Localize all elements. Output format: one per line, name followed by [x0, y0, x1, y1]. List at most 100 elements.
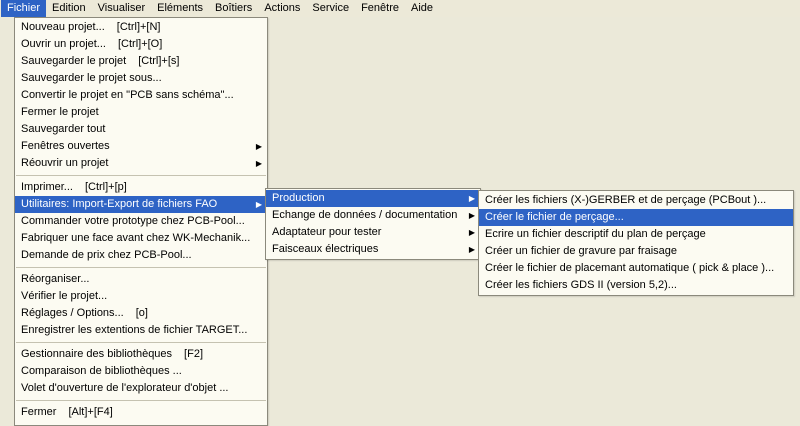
- menu-item-label: Sauvegarder tout: [21, 123, 105, 135]
- menu-item-fenetres-ouvertes[interactable]: Fenêtres ouvertes ▶: [15, 138, 267, 155]
- submenu-arrow-icon: ▶: [256, 196, 262, 213]
- menu-item-label: Vérifier le projet...: [21, 290, 107, 302]
- menu-item-label: Production: [272, 192, 325, 204]
- menu-item-label: Fenêtre: [361, 2, 399, 14]
- menu-item-shortcut: [Ctrl]+[N]: [117, 21, 161, 33]
- menu-item-label: Ouvrir un projet...: [21, 38, 106, 50]
- menu-item-shortcut: [Ctrl]+[s]: [138, 55, 179, 67]
- menu-item-label: Créer le fichier de perçage...: [485, 211, 624, 223]
- menu-item-comparaison-de-bibliotheques[interactable]: Comparaison de bibliothèques ...: [15, 363, 267, 380]
- menu-item-fermer[interactable]: Fermer [Alt]+[F4]: [15, 404, 267, 421]
- menu-item-sauvegarder-le-projet[interactable]: Sauvegarder le projet[Ctrl]+[s]: [15, 53, 267, 70]
- menubar-item-service[interactable]: Service: [306, 0, 355, 17]
- menu-item-label: Utilitaires: Import-Export de fichiers F…: [21, 198, 217, 210]
- menu-item-reglages-options[interactable]: Réglages / Options... [o]: [15, 305, 267, 322]
- menu-item-shortcut: [Ctrl]+[O]: [118, 38, 162, 50]
- menu-item-label: Actions: [264, 2, 300, 14]
- menu-item-label: Fermer: [21, 406, 56, 418]
- menu-item-label: Edition: [52, 2, 86, 14]
- menu-item-enregistrer-les-extentions-de-fichier[interactable]: Enregistrer les extentions de fichier TA…: [15, 322, 267, 339]
- menubar-item-boitiers[interactable]: Boîtiers: [209, 0, 258, 17]
- submenu-arrow-icon: ▶: [256, 155, 262, 172]
- menu-item-label: Créer les fichiers (X-)GERBER et de perç…: [485, 194, 766, 206]
- menubar-item-actions[interactable]: Actions: [258, 0, 306, 17]
- menubar-item-elements[interactable]: Eléments: [151, 0, 209, 17]
- submenu-arrow-icon: ▶: [469, 190, 475, 207]
- menu-item-label: Faisceaux électriques: [272, 243, 378, 255]
- menubar-item-aide[interactable]: Aide: [405, 0, 439, 17]
- menu-item-label: Visualiser: [98, 2, 146, 14]
- menu-item-label: Eléments: [157, 2, 203, 14]
- menu-item-label: Réglages / Options...: [21, 307, 124, 319]
- submenu-arrow-icon: ▶: [469, 224, 475, 241]
- menu-item-commander-votre-prototype-chez-pcb[interactable]: Commander votre prototype chez PCB-Pool.…: [15, 213, 267, 230]
- menu-separator: [16, 175, 266, 176]
- menu-item-echange-de-donnees-documentation[interactable]: Echange de données / documentation ▶: [266, 207, 480, 224]
- menu-item-utilitaires-import-export-de-fichiers[interactable]: Utilitaires: Import-Export de fichiers F…: [15, 196, 267, 213]
- submenu-arrow-icon: ▶: [256, 138, 262, 155]
- menu-item-demande-de-prix-chez-pcb[interactable]: Demande de prix chez PCB-Pool...: [15, 247, 267, 264]
- menu-item-verifier-le-projet[interactable]: Vérifier le projet...: [15, 288, 267, 305]
- menubar-item-fichier[interactable]: Fichier: [1, 0, 46, 17]
- menu-item-label: Convertir le projet en "PCB sans schéma"…: [21, 89, 234, 101]
- menubar-item-visualiser[interactable]: Visualiser: [92, 0, 152, 17]
- menu-item-fabriquer-une-face-avant-chez[interactable]: Fabriquer une face avant chez WK-Mechani…: [15, 230, 267, 247]
- submenu-arrow-icon: ▶: [469, 241, 475, 258]
- menu-item-production[interactable]: Production ▶: [266, 190, 480, 207]
- menu-item-label: Ecrire un fichier descriptif du plan de …: [485, 228, 706, 240]
- menu-item-creer-un-fichier-de-gravure[interactable]: Créer un fichier de gravure par fraisage: [479, 243, 793, 260]
- menu-item-label: Fenêtres ouvertes: [21, 140, 110, 152]
- menu-item-label: Service: [312, 2, 349, 14]
- menu-item-convertir-le-projet-en-pcb[interactable]: Convertir le projet en "PCB sans schéma"…: [15, 87, 267, 104]
- menu-bar: Fichier Edition Visualiser Eléments Boîtiers…: [0, 0, 800, 17]
- menu-item-imprimer[interactable]: Imprimer...[Ctrl]+[p]: [15, 179, 267, 196]
- menu-item-label: Fichier: [7, 2, 40, 14]
- menu-item-faisceaux-electriques[interactable]: Faisceaux électriques ▶: [266, 241, 480, 258]
- menu-item-volet-d-ouverture-de-l[interactable]: Volet d'ouverture de l'explorateur d'obj…: [15, 380, 267, 397]
- menu-item-shortcut: [Ctrl]+[p]: [85, 181, 127, 193]
- menu-item-label: Boîtiers: [215, 2, 252, 14]
- menu-item-label: Adaptateur pour tester: [272, 226, 381, 238]
- menu-item-reorganiser[interactable]: Réorganiser...: [15, 271, 267, 288]
- menu-separator: [16, 342, 266, 343]
- menu-item-label: Réorganiser...: [21, 273, 89, 285]
- submenu-arrow-icon: ▶: [469, 207, 475, 224]
- menu-item-ouvrir-un-projet[interactable]: Ouvrir un projet... [Ctrl]+[O]: [15, 36, 267, 53]
- menu-item-label: Enregistrer les extentions de fichier TA…: [21, 324, 247, 336]
- menu-item-fermer-le-projet[interactable]: Fermer le projet: [15, 104, 267, 121]
- menu-item-creer-le-fichier-de-percage[interactable]: Créer le fichier de perçage...: [479, 209, 793, 226]
- menu-item-gestionnaire-des-bibliotheques[interactable]: Gestionnaire des bibliothèques [F2]: [15, 346, 267, 363]
- menu-item-shortcut: [Alt]+[F4]: [68, 406, 112, 418]
- menu-item-creer-les-fichiers-x-gerber[interactable]: Créer les fichiers (X-)GERBER et de perç…: [479, 192, 793, 209]
- menu-item-label: Nouveau projet...: [21, 21, 105, 33]
- menu-item-label: Aide: [411, 2, 433, 14]
- menu-item-nouveau-projet[interactable]: Nouveau projet... [Ctrl]+[N]: [15, 19, 267, 36]
- menu-item-sauvegarder-tout[interactable]: Sauvegarder tout: [15, 121, 267, 138]
- menu-item-label: Gestionnaire des bibliothèques: [21, 348, 172, 360]
- menu-item-sauvegarder-le-projet-sous[interactable]: Sauvegarder le projet sous...: [15, 70, 267, 87]
- menu-item-label: Réouvrir un projet: [21, 157, 108, 169]
- menu-item-label: Echange de données / documentation: [272, 209, 457, 221]
- menu-item-label: Volet d'ouverture de l'explorateur d'obj…: [21, 382, 229, 394]
- menu-separator: [16, 267, 266, 268]
- menu-item-label: Commander votre prototype chez PCB-Pool.…: [21, 215, 245, 227]
- menu-item-shortcut: [o]: [136, 307, 148, 319]
- menubar-item-fenetre[interactable]: Fenêtre: [355, 0, 405, 17]
- menu-item-label: Fermer le projet: [21, 106, 99, 118]
- menubar-item-edition[interactable]: Edition: [46, 0, 92, 17]
- menu-separator: [16, 400, 266, 401]
- file-menu-dropdown: Nouveau projet... [Ctrl]+[N] Ouvrir un pro…: [14, 17, 268, 426]
- menu-item-label: Sauvegarder le projet sous...: [21, 72, 162, 84]
- menu-item-creer-le-fichier-de-placemant[interactable]: Créer le fichier de placemant automatiqu…: [479, 260, 793, 277]
- menu-item-creer-les-fichiers-gds-ii[interactable]: Créer les fichiers GDS II (version 5,2).…: [479, 277, 793, 294]
- menu-item-shortcut: [F2]: [184, 348, 203, 360]
- production-submenu: Créer les fichiers (X-)GERBER et de perç…: [478, 190, 794, 296]
- menu-item-adaptateur-pour-tester[interactable]: Adaptateur pour tester ▶: [266, 224, 480, 241]
- menu-item-label: Créer un fichier de gravure par fraisage: [485, 245, 677, 257]
- menu-item-ecrire-un-fichier-descriptif-du[interactable]: Ecrire un fichier descriptif du plan de …: [479, 226, 793, 243]
- menu-item-reouvrir-un-projet[interactable]: Réouvrir un projet ▶: [15, 155, 267, 172]
- menu-item-label: Comparaison de bibliothèques ...: [21, 365, 182, 377]
- menu-item-label: Créer le fichier de placemant automatiqu…: [485, 262, 774, 274]
- fao-submenu: Production▶Echange de données / document…: [265, 188, 481, 260]
- menu-item-label: Fabriquer une face avant chez WK-Mechani…: [21, 232, 250, 244]
